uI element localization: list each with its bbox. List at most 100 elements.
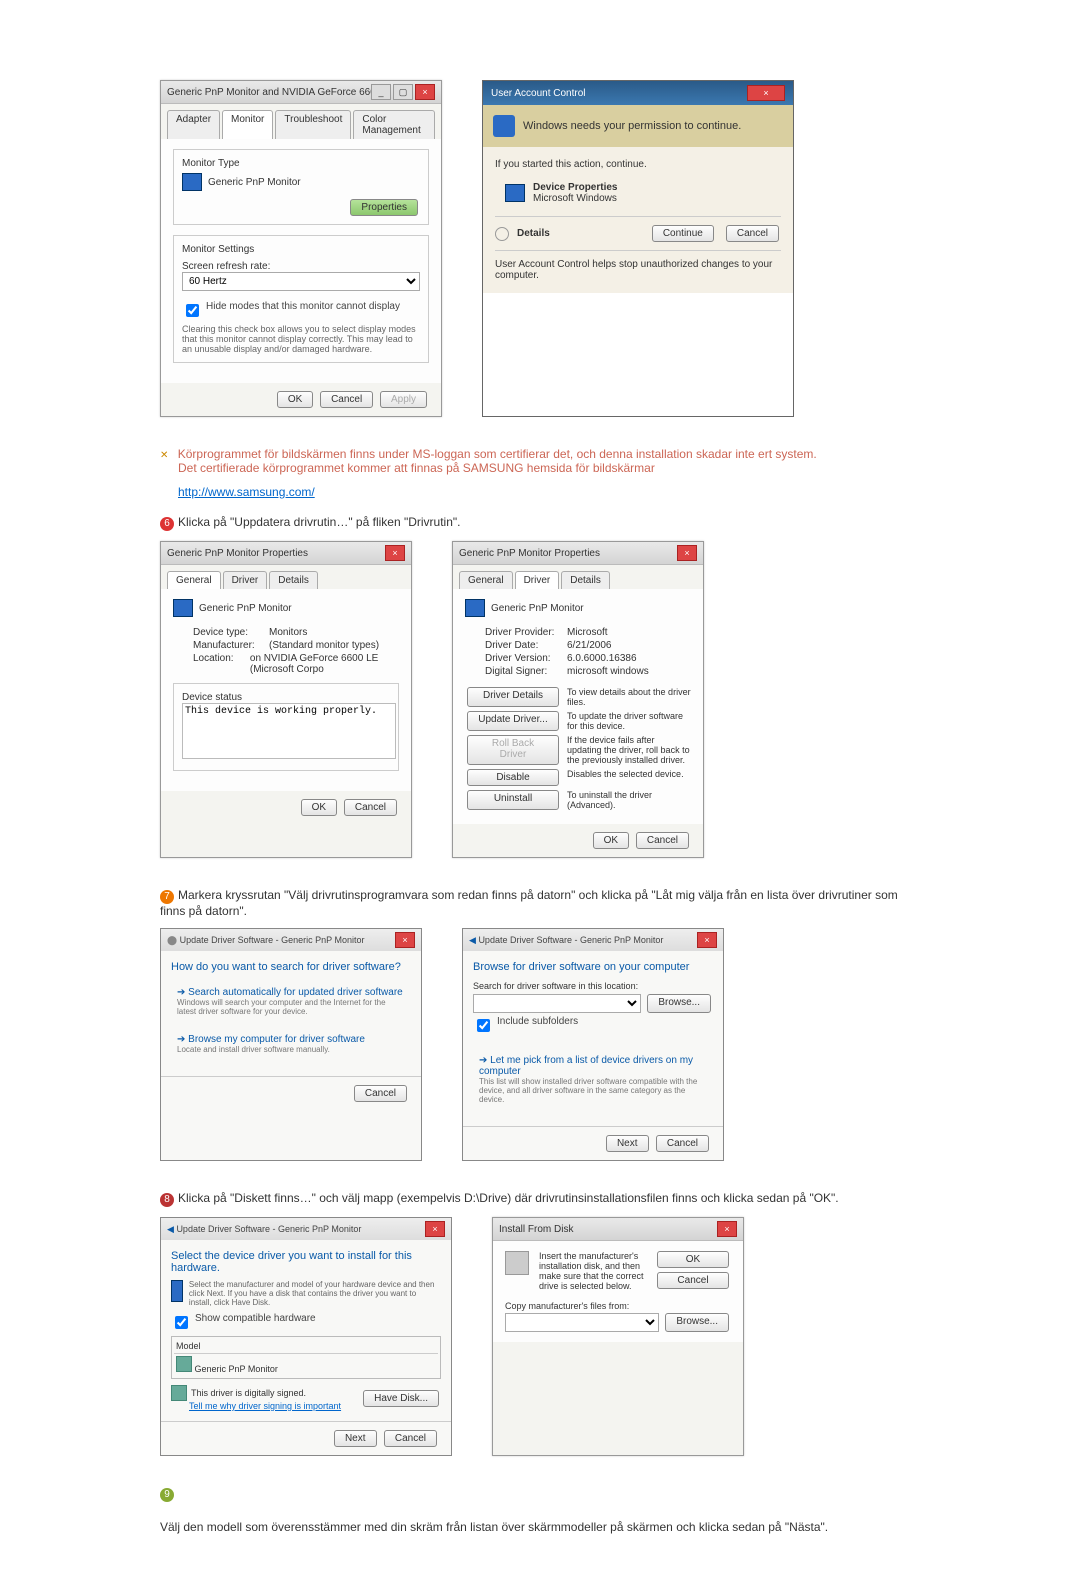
update-wizard-browse: ◀ Update Driver Software - Generic PnP M…: [462, 928, 724, 1161]
option-search-auto[interactable]: ➔ Search automatically for updated drive…: [171, 981, 411, 1022]
uac-titlebar: User Account Control ×: [483, 81, 793, 105]
tab-driver[interactable]: Driver: [223, 571, 268, 589]
version-value: 6.0.6000.16386: [567, 653, 637, 664]
props-driver-title: Generic PnP Monitor Properties: [459, 548, 677, 559]
install-disk-title: Install From Disk: [499, 1224, 717, 1235]
close-icon[interactable]: ×: [677, 545, 697, 561]
close-button[interactable]: ×: [415, 84, 435, 100]
device-type-label: Device type:: [193, 627, 263, 638]
next-button[interactable]: Next: [334, 1430, 377, 1447]
driver-details-button[interactable]: Driver Details: [467, 687, 559, 707]
have-disk-button[interactable]: Have Disk...: [363, 1390, 439, 1407]
provider-value: Microsoft: [567, 627, 608, 638]
monitor-settings-label: Monitor Settings: [182, 244, 420, 255]
provider-label: Driver Provider:: [485, 627, 563, 638]
hide-modes-checkbox[interactable]: [186, 304, 199, 317]
tab-adapter[interactable]: Adapter: [167, 110, 220, 139]
close-icon[interactable]: ×: [395, 932, 415, 948]
step-9-badge: 9: [160, 1488, 174, 1502]
step-7-text: Markera kryssrutan "Välj drivrutinsprogr…: [160, 888, 898, 918]
maximize-button[interactable]: ▢: [393, 84, 413, 100]
hide-modes-label: Hide modes that this monitor cannot disp…: [206, 301, 400, 312]
samsung-link[interactable]: http://www.samsung.com/: [178, 485, 315, 499]
tab-details[interactable]: Details: [269, 571, 318, 589]
location-combo[interactable]: [473, 994, 641, 1013]
cancel-button[interactable]: Cancel: [636, 832, 689, 849]
minimize-button[interactable]: _: [371, 84, 391, 100]
apply-button[interactable]: Apply: [380, 391, 427, 408]
tab-troubleshoot[interactable]: Troubleshoot: [275, 110, 351, 139]
hide-modes-description: Clearing this check box allows you to se…: [182, 324, 420, 354]
location-label: Location:: [193, 653, 244, 675]
continue-button[interactable]: Continue: [652, 225, 714, 242]
details-toggle[interactable]: Details: [517, 228, 642, 239]
ok-button[interactable]: OK: [301, 799, 337, 816]
uac-device-properties: Device Properties: [533, 182, 618, 193]
update-driver-desc: To update the driver software for this d…: [567, 711, 691, 731]
tab-details[interactable]: Details: [561, 571, 610, 589]
wiz1-question: How do you want to search for driver sof…: [171, 961, 411, 973]
props-driver-dialog: Generic PnP Monitor Properties × General…: [452, 541, 704, 858]
include-subfolders-checkbox[interactable]: [477, 1019, 490, 1032]
update-driver-button[interactable]: Update Driver...: [467, 711, 559, 731]
tab-driver[interactable]: Driver: [515, 571, 560, 589]
expand-icon[interactable]: [495, 227, 509, 241]
browse-button[interactable]: Browse...: [647, 994, 711, 1013]
option-pick-from-list[interactable]: ➔ Let me pick from a list of device driv…: [473, 1049, 713, 1110]
rollback-driver-button[interactable]: Roll Back Driver: [467, 735, 559, 765]
cancel-button[interactable]: Cancel: [320, 391, 373, 408]
ok-button[interactable]: OK: [657, 1251, 729, 1268]
cancel-button[interactable]: Cancel: [657, 1272, 729, 1289]
search-location-label: Search for driver software in this locat…: [473, 981, 713, 991]
cert-icon: [176, 1356, 192, 1372]
uninstall-button[interactable]: Uninstall: [467, 790, 559, 810]
next-button[interactable]: Next: [606, 1135, 649, 1152]
install-disk-message: Insert the manufacturer's installation d…: [539, 1251, 645, 1291]
disable-desc: Disables the selected device.: [567, 769, 691, 786]
disable-button[interactable]: Disable: [467, 769, 559, 786]
uac-title: User Account Control: [491, 88, 586, 99]
wiz2-heading: Browse for driver software on your compu…: [473, 961, 713, 973]
monitor-type-group-label: Monitor Type: [182, 158, 420, 169]
browse-button[interactable]: Browse...: [665, 1313, 729, 1332]
rollback-driver-desc: If the device fails after updating the d…: [567, 735, 691, 765]
date-label: Driver Date:: [485, 640, 563, 651]
close-icon[interactable]: ×: [717, 1221, 737, 1237]
tab-general[interactable]: General: [167, 571, 221, 589]
location-value: on NVIDIA GeForce 6600 LE (Microsoft Cor…: [250, 653, 399, 675]
cancel-button[interactable]: Cancel: [344, 799, 397, 816]
cancel-button[interactable]: Cancel: [656, 1135, 709, 1152]
device-status-text: This device is working properly.: [182, 703, 396, 759]
cancel-button[interactable]: Cancel: [384, 1430, 437, 1447]
model-row[interactable]: Generic PnP Monitor: [174, 1354, 438, 1376]
ok-button[interactable]: OK: [593, 832, 629, 849]
properties-button[interactable]: Properties: [350, 199, 418, 216]
tab-general[interactable]: General: [459, 571, 513, 589]
uac-close-button[interactable]: ×: [747, 85, 785, 101]
tab-monitor[interactable]: Monitor: [222, 110, 273, 139]
device-name: Generic PnP Monitor: [491, 603, 584, 614]
show-compatible-checkbox[interactable]: [175, 1316, 188, 1329]
refresh-rate-select[interactable]: 60 Hertz: [182, 272, 420, 291]
show-compatible-label: Show compatible hardware: [195, 1313, 316, 1324]
option-browse-computer[interactable]: ➔ Browse my computer for driver software…: [171, 1028, 411, 1060]
cancel-button[interactable]: Cancel: [354, 1085, 407, 1102]
monitor-icon: [173, 599, 193, 617]
close-icon[interactable]: ×: [425, 1221, 445, 1237]
date-value: 6/21/2006: [567, 640, 612, 651]
close-icon[interactable]: ×: [385, 545, 405, 561]
update-wizard-select-driver: ◀ Update Driver Software - Generic PnP M…: [160, 1217, 452, 1456]
step-6-badge: 6: [160, 517, 174, 531]
shield-icon: [171, 1385, 187, 1401]
close-icon[interactable]: ×: [697, 932, 717, 948]
note-line1: Körprogrammet för bildskärmen finns unde…: [178, 447, 817, 461]
copy-from-combo[interactable]: [505, 1313, 659, 1332]
step-6-text: Klicka på "Uppdatera drivrutin…" på flik…: [178, 515, 461, 529]
why-signing-link[interactable]: Tell me why driver signing is important: [189, 1401, 341, 1411]
uac-cancel-button[interactable]: Cancel: [726, 225, 779, 242]
titlebar: Generic PnP Monitor and NVIDIA GeForce 6…: [161, 81, 441, 104]
tab-color-management[interactable]: Color Management: [353, 110, 435, 139]
uac-device-icon: [505, 184, 525, 202]
ok-button[interactable]: OK: [277, 391, 313, 408]
uac-ms-windows: Microsoft Windows: [533, 193, 618, 204]
